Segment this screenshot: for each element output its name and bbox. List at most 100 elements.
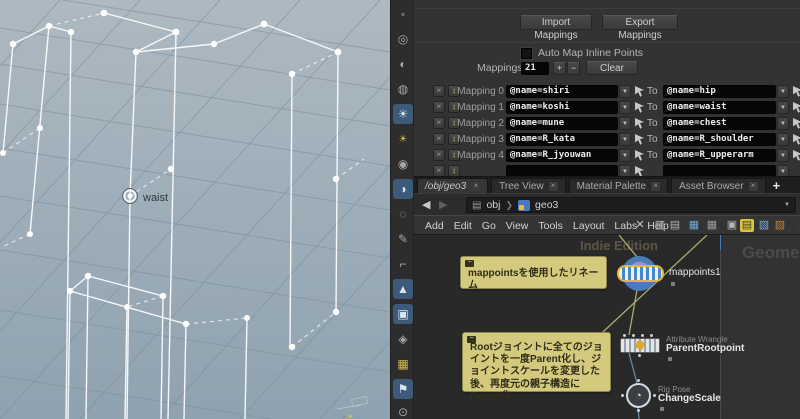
ghost-light-icon[interactable]: ◎ xyxy=(393,29,413,49)
from-dropdown-button[interactable]: ▼ xyxy=(619,133,631,146)
circle-info-icon[interactable]: ⊙ xyxy=(393,402,413,419)
side-pin[interactable] xyxy=(621,394,624,397)
mapping-from-field[interactable] xyxy=(506,165,618,176)
to-dropdown-button[interactable]: ▼ xyxy=(777,101,789,114)
pick-from-icon[interactable] xyxy=(635,150,644,161)
normal-light-icon[interactable]: ◍ xyxy=(393,79,413,99)
display-dot-icon[interactable]: ▪ xyxy=(393,4,413,24)
delete-row-button[interactable]: × xyxy=(433,133,445,145)
tab-obj-geo3[interactable]: /obj/geo3 × xyxy=(417,178,488,193)
close-icon[interactable]: × xyxy=(749,182,758,191)
node-name-label[interactable]: ParentRootpoint xyxy=(666,343,744,354)
pick-to-icon[interactable] xyxy=(793,150,800,161)
pencil-icon[interactable]: ✎ xyxy=(393,229,413,249)
basket-icon[interactable]: ▨ xyxy=(773,219,787,232)
delete-row-button[interactable]: × xyxy=(433,101,445,113)
remove-mapping-button[interactable]: − xyxy=(567,62,580,75)
mapping-to-field[interactable]: @name=chest xyxy=(663,117,776,130)
changescale-node[interactable]: ◔ xyxy=(626,383,651,408)
menu-layout[interactable]: Layout xyxy=(573,220,605,232)
node-name-label[interactable]: ChangeScale xyxy=(658,393,721,404)
tab-tree-view[interactable]: Tree View × xyxy=(491,178,565,193)
menu-edit[interactable]: Edit xyxy=(454,220,472,232)
insert-row-button[interactable]: ↕ xyxy=(448,165,460,176)
input-pin[interactable] xyxy=(650,334,653,337)
output-pin[interactable] xyxy=(638,354,641,357)
menu-tools[interactable]: Tools xyxy=(538,220,563,232)
mapping-to-field[interactable] xyxy=(663,165,776,176)
mapping-to-field[interactable]: @name=hip xyxy=(663,85,776,98)
menu-view[interactable]: View xyxy=(506,220,529,232)
path-breadcrumb[interactable]: ▤ obj ❯ geo3 ▼ xyxy=(466,197,796,213)
breadcrumb-geo3[interactable]: geo3 xyxy=(535,199,558,211)
pick-from-icon[interactable] xyxy=(635,166,644,176)
light-small-icon[interactable]: ☀ xyxy=(393,129,413,149)
flag-pin-icon[interactable]: ⚑ xyxy=(393,379,413,399)
mapping-from-field[interactable]: @name=mune xyxy=(506,117,618,130)
mappoints1-node-body[interactable] xyxy=(617,265,664,282)
menu-go[interactable]: Go xyxy=(482,220,496,232)
high-quality-light-icon[interactable]: ☀ xyxy=(393,104,413,124)
from-dropdown-button[interactable]: ▼ xyxy=(619,117,631,130)
pick-to-icon[interactable] xyxy=(793,118,800,129)
side-pin[interactable] xyxy=(653,394,656,397)
delete-row-button[interactable]: × xyxy=(433,149,445,161)
mapping-to-field[interactable]: @name=R_shoulder xyxy=(663,133,776,146)
diamond-icon[interactable]: ◈ xyxy=(393,329,413,349)
to-dropdown-button[interactable]: ▼ xyxy=(777,117,789,130)
note-minimize-button[interactable]: − xyxy=(465,260,474,267)
mapping-to-field[interactable]: @name=waist xyxy=(663,101,776,114)
mappings-count-field[interactable]: 21 xyxy=(521,62,549,75)
pick-from-icon[interactable] xyxy=(635,86,644,97)
camera-film-icon[interactable]: ▦ xyxy=(393,354,413,374)
frames-icon[interactable]: ▣ xyxy=(725,219,739,232)
close-icon[interactable]: × xyxy=(471,182,480,191)
shade-sphere-icon[interactable]: ◑ xyxy=(393,179,413,199)
from-dropdown-button[interactable]: ▼ xyxy=(619,101,631,114)
background-image-icon[interactable]: ▲ xyxy=(393,279,413,299)
auto-map-checkbox[interactable] xyxy=(521,48,532,59)
sticky-note[interactable]: − Rootジョイントに全てのジョイントを一度Parent化し、ジョイントスケー… xyxy=(462,332,611,392)
selected-waist-joint[interactable] xyxy=(123,189,138,204)
mapping-from-field[interactable]: @name=R_jyouwan xyxy=(506,149,618,162)
mapping-from-field[interactable]: @name=shiri xyxy=(506,85,618,98)
menu-add[interactable]: Add xyxy=(425,220,444,232)
breadcrumb-obj[interactable]: obj xyxy=(486,199,500,211)
clear-mappings-button[interactable]: Clear xyxy=(586,61,638,75)
pick-to-icon[interactable] xyxy=(793,102,800,113)
tab-asset-browser[interactable]: Asset Browser × xyxy=(671,178,765,193)
input-pin[interactable] xyxy=(637,379,640,382)
scene-light-icon[interactable]: ◉ xyxy=(393,154,413,174)
pick-to-icon[interactable] xyxy=(793,86,800,97)
wrench-icon[interactable]: ✕ xyxy=(633,219,647,232)
grid-icon[interactable]: ▦ xyxy=(705,219,719,232)
to-dropdown-button[interactable]: ▼ xyxy=(777,149,789,162)
new-tab-button[interactable]: + xyxy=(773,178,781,193)
add-mapping-button[interactable]: + xyxy=(553,62,566,75)
scene-viewport[interactable]: waist xyxy=(0,0,390,419)
back-icon[interactable]: ◀ xyxy=(422,198,430,211)
pick-to-icon[interactable] xyxy=(793,134,800,145)
mapping-from-field[interactable]: @name=koshi xyxy=(506,101,618,114)
import-mappings-button[interactable]: Import Mappings xyxy=(520,15,592,30)
chevron-down-icon[interactable]: ▼ xyxy=(784,202,790,208)
clapper-icon[interactable]: ▥ xyxy=(653,219,667,232)
from-dropdown-button[interactable]: ▼ xyxy=(619,149,631,162)
mapping-to-field[interactable]: @name=R_upperarm xyxy=(663,149,776,162)
pick-from-icon[interactable] xyxy=(635,118,644,129)
pick-from-icon[interactable] xyxy=(635,134,644,145)
mapping-from-field[interactable]: @name=R_kata xyxy=(506,133,618,146)
to-dropdown-button[interactable]: ▼ xyxy=(777,165,789,176)
input-pin[interactable] xyxy=(641,334,644,337)
colored-grid-icon[interactable]: ▦ xyxy=(687,219,701,232)
from-dropdown-button[interactable]: ▼ xyxy=(619,85,631,98)
tab-material-palette[interactable]: Material Palette × xyxy=(569,178,668,193)
network-editor[interactable]: Indie Edition − mappointsを使用したリネーム − Roo… xyxy=(414,235,800,419)
export-mappings-button[interactable]: Export Mappings xyxy=(602,15,678,30)
to-dropdown-button[interactable]: ▼ xyxy=(777,85,789,98)
to-dropdown-button[interactable]: ▼ xyxy=(777,133,789,146)
sticky-note[interactable]: − mappointsを使用したリネーム xyxy=(460,256,607,289)
delete-row-button[interactable]: × xyxy=(433,165,445,176)
sticky-note-icon[interactable]: ▤ xyxy=(740,219,754,232)
input-pin[interactable] xyxy=(623,334,626,337)
